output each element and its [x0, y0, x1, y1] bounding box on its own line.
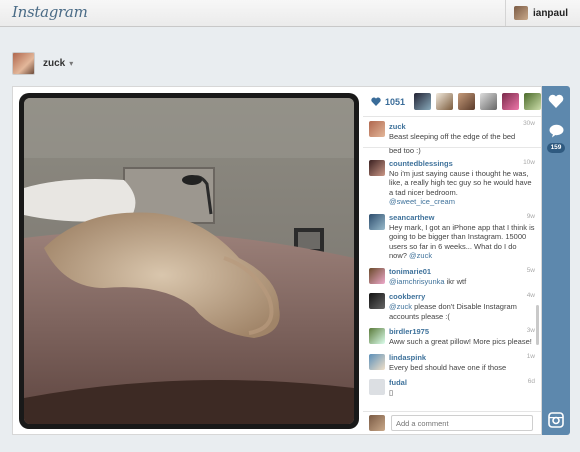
photo-image — [24, 98, 354, 424]
comment-time: 10w — [523, 158, 535, 166]
list-item: countedblessings No i'm just saying caus… — [363, 156, 541, 210]
avatar[interactable] — [369, 328, 385, 344]
heart-icon — [548, 94, 564, 108]
action-rail: 159 — [542, 86, 570, 435]
user-menu[interactable]: ianpaul — [504, 0, 580, 26]
comment-text: ▯ — [389, 388, 394, 397]
mention-link[interactable]: @sweet_ice_cream — [389, 197, 455, 206]
current-username: ianpaul — [532, 7, 568, 19]
list-item: lindaspink Every bed should have one if … — [363, 350, 541, 376]
top-bar: Instagram ianpaul — [0, 0, 580, 27]
mention-link[interactable]: @zuck — [389, 302, 412, 311]
avatar[interactable] — [369, 379, 385, 395]
comment-text: Aww such a great pillow! More pics pleas… — [389, 337, 532, 346]
list-item: birdler1975 Aww such a great pillow! Mor… — [363, 324, 541, 350]
comment-time: 3w — [526, 327, 535, 334]
comment-time: 9w — [526, 212, 535, 220]
comment-button[interactable] — [542, 124, 570, 138]
owner-username: zuck — [43, 58, 66, 69]
mention-link[interactable]: @zuck — [409, 251, 432, 260]
comment-time: 5w — [526, 266, 535, 274]
comment-text: No i'm just saying cause i thought he wa… — [389, 168, 532, 207]
mention-link[interactable]: @iamchrisyunka — [389, 277, 445, 286]
avatar[interactable] — [369, 159, 385, 176]
liker-avatar[interactable] — [502, 93, 519, 110]
instagram-logo[interactable]: Instagram — [12, 3, 88, 21]
instagram-button[interactable] — [542, 412, 570, 428]
avatar — [513, 6, 528, 20]
comment-time: 1w — [526, 352, 535, 360]
likers-list — [414, 93, 541, 110]
post-card: 1051 zuck Beast sleeping off the edge of… — [12, 86, 542, 435]
comments-scrollbar[interactable] — [536, 305, 539, 345]
avatar[interactable] — [369, 293, 385, 309]
list-item: seancarthew Hey mark, I got an iPhone ap… — [363, 210, 541, 264]
comment-username[interactable]: tonimarie01 — [389, 267, 535, 277]
comment-time: 4w — [526, 292, 535, 299]
comment-text: @zuck please don't Disable Instagram acc… — [389, 302, 517, 321]
comment-username[interactable]: seancarthew — [389, 213, 535, 223]
liker-avatar[interactable] — [524, 93, 541, 110]
comment-username[interactable]: countedblessings — [389, 159, 535, 169]
liker-avatar[interactable] — [414, 93, 431, 110]
clipped-comment-text: bed too :) — [389, 147, 421, 155]
add-comment-input[interactable] — [391, 415, 533, 431]
list-item: cookberry @zuck please don't Disable Ins… — [363, 289, 541, 324]
comment-username[interactable]: zuck — [389, 122, 535, 132]
comment-username[interactable]: cookberry — [389, 292, 535, 302]
like-button[interactable] — [542, 94, 570, 108]
photo-frame — [19, 93, 359, 429]
like-count[interactable]: 1051 — [363, 97, 414, 107]
comment-username[interactable]: birdler1975 — [389, 327, 535, 337]
comment-count-badge: 159 — [547, 143, 565, 153]
instagram-icon — [548, 412, 564, 428]
comment-username[interactable]: fudal — [389, 378, 535, 388]
comment-time: 6d — [527, 378, 535, 385]
comments-list: zuck Beast sleeping off the edge of the … — [363, 117, 541, 411]
list-item: tonimarie01 @iamchrisyunka ikr wtf 5w — [363, 264, 541, 290]
avatar[interactable] — [369, 213, 385, 230]
list-item: fudal ▯ 6d — [363, 375, 541, 401]
avatar[interactable] — [369, 121, 385, 137]
likes-bar: 1051 — [363, 87, 541, 117]
comment-text: Beast sleeping off the edge of the bed — [389, 132, 516, 141]
heart-icon — [371, 97, 381, 106]
add-comment-row — [363, 411, 541, 434]
liker-avatar[interactable] — [458, 93, 475, 110]
avatar — [369, 415, 385, 431]
liker-avatar[interactable] — [480, 93, 497, 110]
avatar[interactable] — [369, 353, 385, 370]
avatar[interactable] — [369, 267, 385, 284]
post-owner[interactable]: zuck ▾ — [12, 52, 73, 75]
liker-avatar[interactable] — [436, 93, 453, 110]
owner-avatar — [12, 52, 35, 75]
chevron-down-icon: ▾ — [69, 59, 74, 68]
post-sidebar: 1051 zuck Beast sleeping off the edge of… — [363, 87, 541, 434]
comment-icon — [549, 124, 563, 138]
like-count-value: 1051 — [385, 96, 406, 107]
post-photo[interactable] — [24, 98, 354, 424]
comment-username[interactable]: lindaspink — [389, 353, 535, 363]
comment-text: Every bed should have one if those — [389, 362, 507, 372]
caption: zuck Beast sleeping off the edge of the … — [363, 117, 541, 148]
comment-time: 30w — [523, 120, 535, 127]
comment-text: Hey mark, I got an iPhone app that I thi… — [389, 222, 535, 261]
comment-text: @iamchrisyunka ikr wtf — [389, 276, 467, 286]
